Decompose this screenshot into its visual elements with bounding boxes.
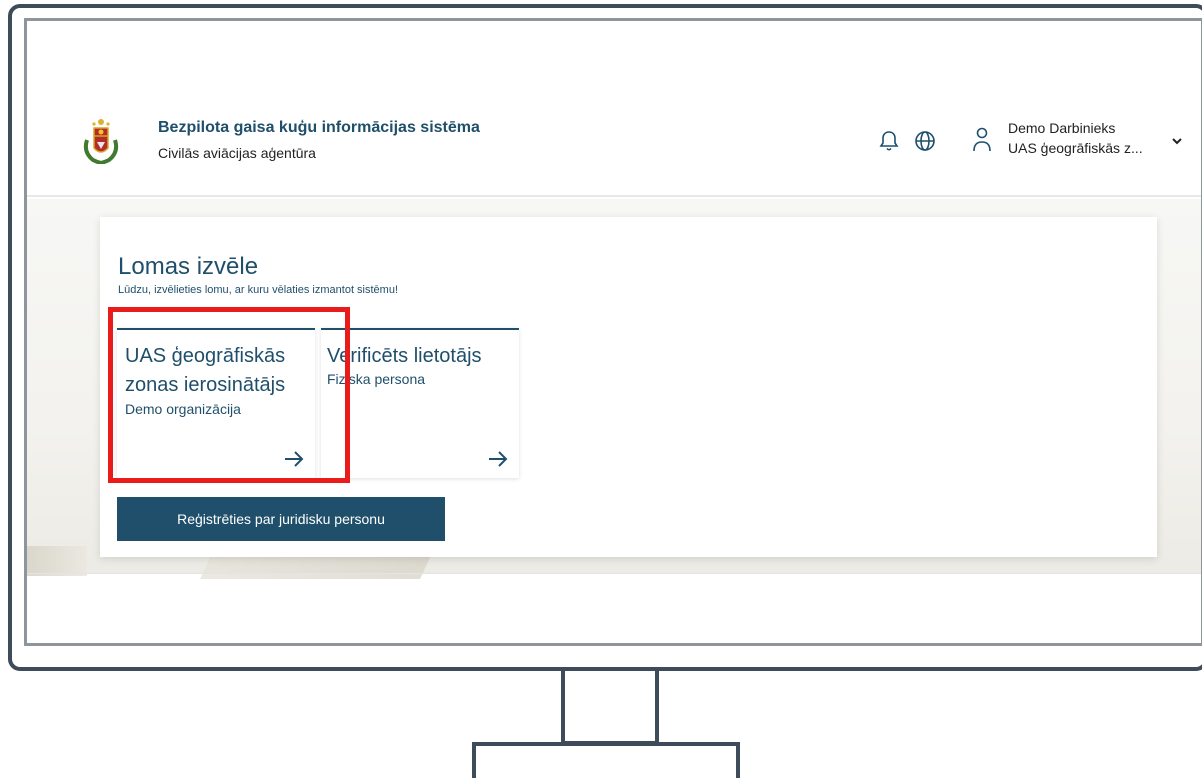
bell-icon[interactable] bbox=[877, 129, 901, 153]
role-card-verified-user[interactable]: Verificēts lietotājs Fiziska persona bbox=[321, 328, 519, 478]
role-name: Verificēts lietotājs bbox=[327, 345, 482, 367]
user-icon[interactable] bbox=[971, 125, 993, 153]
chevron-down-icon[interactable] bbox=[1170, 134, 1184, 148]
monitor-stand bbox=[561, 669, 659, 745]
arrow-right-icon[interactable] bbox=[487, 450, 509, 468]
monitor-base bbox=[472, 742, 740, 778]
role-organization: Demo organizācija bbox=[125, 401, 241, 417]
user-name[interactable]: Demo Darbinieks bbox=[1008, 120, 1115, 136]
role-selection-card: Lomas izvēle Lūdzu, izvēlieties lomu, ar… bbox=[100, 217, 1157, 557]
role-name: UAS ģeogrāfiskās zonas ierosinātājs bbox=[125, 345, 286, 396]
arrow-right-icon[interactable] bbox=[283, 450, 305, 468]
app-header: Bezpilota gaisa kuģu informācijas sistēm… bbox=[27, 21, 1201, 197]
globe-icon[interactable] bbox=[913, 129, 937, 153]
screen: Bezpilota gaisa kuģu informācijas sistēm… bbox=[24, 18, 1202, 646]
app-subtitle: Civilās aviācijas aģentūra bbox=[158, 145, 316, 161]
register-legal-entity-button[interactable]: Reģistrēties par juridisku personu bbox=[117, 497, 445, 541]
user-role[interactable]: UAS ģeogrāfiskās z... bbox=[1008, 140, 1143, 156]
background-shape bbox=[27, 546, 87, 576]
app-title: Bezpilota gaisa kuģu informācijas sistēm… bbox=[158, 119, 480, 136]
monitor-frame: Bezpilota gaisa kuģu informācijas sistēm… bbox=[8, 4, 1202, 671]
coat-of-arms-logo bbox=[83, 119, 119, 164]
role-organization: Fiziska persona bbox=[327, 371, 426, 387]
page-title: Lomas izvēle bbox=[118, 253, 259, 280]
role-card-uas-zone-initiator[interactable]: UAS ģeogrāfiskās zonas ierosinātājs Demo… bbox=[117, 328, 315, 478]
divider bbox=[27, 573, 1201, 574]
page-subtitle: Lūdzu, izvēlieties lomu, ar kuru vēlatie… bbox=[118, 284, 399, 296]
